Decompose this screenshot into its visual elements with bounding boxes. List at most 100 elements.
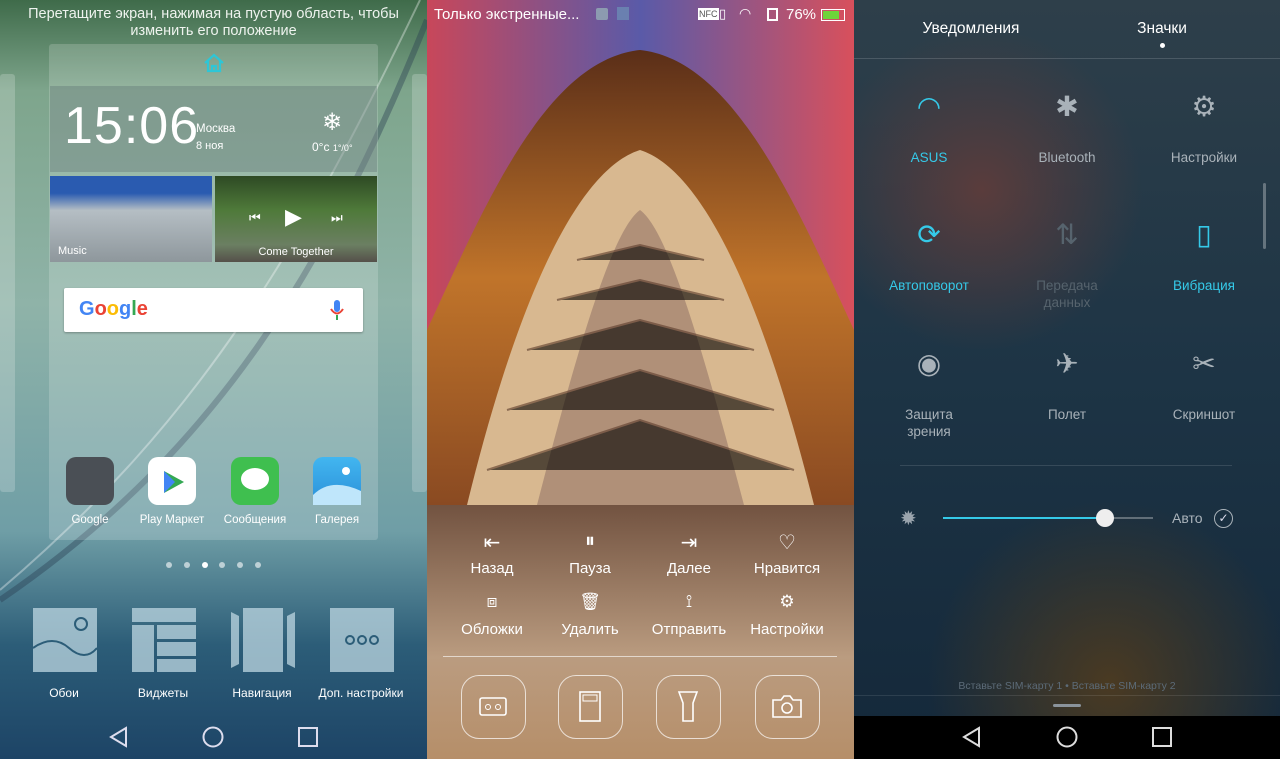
navigation-icon[interactable] bbox=[231, 608, 295, 672]
wallpaper-icon[interactable] bbox=[32, 608, 98, 672]
widgets-icon[interactable] bbox=[132, 608, 196, 672]
vibrate-icon: ▯ bbox=[719, 6, 727, 21]
next-button[interactable]: Далее bbox=[667, 560, 711, 577]
toggle-screenshot[interactable]: Скриншот bbox=[1159, 406, 1249, 423]
skip-next-icon[interactable]: ⇥ bbox=[681, 530, 698, 555]
flashlight-icon bbox=[677, 691, 699, 722]
toggle-bluetooth[interactable]: Bluetooth bbox=[1022, 149, 1112, 166]
battery-percent: 76% bbox=[786, 6, 817, 23]
delete-button[interactable]: Удалить bbox=[561, 621, 618, 638]
back-icon[interactable] bbox=[108, 726, 130, 748]
prev-page-card[interactable] bbox=[0, 74, 15, 492]
page-dot[interactable] bbox=[166, 562, 172, 568]
page-dot[interactable] bbox=[255, 562, 261, 568]
trash-icon[interactable]: 🗑 bbox=[579, 592, 601, 612]
divider bbox=[854, 695, 1280, 696]
covers-button[interactable]: Обложки bbox=[461, 621, 523, 638]
play-icon[interactable]: ▶ bbox=[285, 204, 302, 230]
page-dot[interactable] bbox=[219, 562, 225, 568]
autorotate-icon[interactable]: ⟳ bbox=[917, 218, 940, 251]
brightness-thumb[interactable] bbox=[1095, 509, 1114, 527]
vibration-icon[interactable]: ▯ bbox=[1196, 218, 1211, 251]
home-icon[interactable] bbox=[202, 726, 224, 748]
lock-screen: Только экстренные... NFC ▯ ◠ 76% ⇤ ⏸ ⇥ ♡… bbox=[427, 0, 854, 759]
share-icon[interactable]: ⟟ bbox=[686, 592, 692, 612]
status-text: Только экстренные... bbox=[434, 6, 580, 23]
clock-weather-widget[interactable]: 15:06 Москва 8 ноя ❄ 0°c 1°/0° bbox=[50, 86, 377, 172]
messages-icon[interactable] bbox=[231, 457, 279, 505]
next-page-card[interactable] bbox=[412, 74, 427, 492]
heart-icon[interactable]: ♡ bbox=[778, 530, 796, 555]
pause-icon[interactable]: ⏸ bbox=[585, 530, 595, 553]
like-button[interactable]: Нравится bbox=[754, 560, 820, 577]
app-label-gallery: Галерея bbox=[314, 514, 360, 526]
player-widget[interactable]: ⏮ ▶ ⏭ Come Together bbox=[215, 176, 377, 262]
drag-hint: Перетащите экран, нажимая на пустую обла… bbox=[28, 6, 399, 39]
tab-toggles[interactable]: Значки bbox=[1137, 20, 1187, 38]
play-market-icon[interactable] bbox=[148, 457, 196, 505]
music-label: Music bbox=[58, 245, 87, 257]
status-bar: Только экстренные... NFC ▯ ◠ 76% bbox=[427, 0, 854, 30]
flashlight-button[interactable] bbox=[656, 675, 721, 739]
snowflake-icon: ❄ bbox=[322, 109, 343, 136]
back-button[interactable]: Назад bbox=[471, 560, 514, 577]
toggle-eye-comfort[interactable]: Защита зрения bbox=[884, 406, 974, 440]
brightness-slider[interactable] bbox=[943, 517, 1153, 519]
settings-button[interactable]: Настройки bbox=[750, 621, 824, 638]
eye-comfort-icon[interactable]: ◉ bbox=[917, 347, 941, 380]
toggle-autorotate[interactable]: Автоповорот bbox=[884, 277, 974, 294]
page-dot[interactable] bbox=[237, 562, 243, 568]
music-widget[interactable]: Music bbox=[50, 176, 212, 262]
toggle-airplane[interactable]: Полет bbox=[1022, 406, 1112, 423]
settings-icon[interactable]: ⚙ bbox=[1191, 90, 1216, 123]
toggle-settings[interactable]: Настройки bbox=[1159, 149, 1249, 166]
option-more-settings[interactable]: Доп. настройки bbox=[319, 686, 404, 700]
calculator-button[interactable] bbox=[558, 675, 623, 739]
toggle-wifi[interactable]: ASUS bbox=[884, 149, 974, 166]
option-navigation[interactable]: Навигация bbox=[232, 686, 291, 700]
next-track-icon[interactable]: ⏭ bbox=[331, 210, 343, 226]
divider bbox=[854, 58, 1280, 59]
toggle-vibration[interactable]: Вибрация bbox=[1159, 277, 1249, 294]
wallpaper-image bbox=[427, 0, 854, 505]
drag-handle[interactable] bbox=[1053, 704, 1081, 707]
briefcase-icon[interactable]: ⧈ bbox=[487, 592, 498, 612]
auto-brightness-checkbox[interactable]: ✓ bbox=[1214, 509, 1233, 528]
mic-icon[interactable] bbox=[330, 300, 344, 322]
pause-button[interactable]: Пауза bbox=[569, 560, 611, 577]
back-icon[interactable] bbox=[961, 726, 983, 748]
gallery-icon[interactable] bbox=[313, 457, 361, 505]
page-dot-active[interactable] bbox=[202, 562, 208, 568]
send-button[interactable]: Отправить bbox=[652, 621, 726, 638]
wifi-icon[interactable]: ◠ bbox=[917, 90, 941, 123]
toggle-mobile-data[interactable]: Передача данных bbox=[1022, 277, 1112, 311]
image-notification-icon bbox=[596, 8, 608, 20]
home-page-icon[interactable] bbox=[203, 52, 225, 74]
bluetooth-icon[interactable]: ✱ bbox=[1055, 90, 1078, 123]
nav-bar bbox=[854, 716, 1280, 759]
gear-icon[interactable]: ⚙ bbox=[779, 592, 794, 612]
recents-icon[interactable] bbox=[298, 727, 318, 747]
app-label-play-market: Play Маркет bbox=[139, 514, 205, 526]
skip-back-icon[interactable]: ⇤ bbox=[484, 530, 501, 555]
airplane-icon[interactable]: ✈ bbox=[1055, 347, 1078, 380]
page-dot[interactable] bbox=[184, 562, 190, 568]
mobile-data-icon[interactable]: ⇅ bbox=[1055, 218, 1078, 251]
screenshot-icon[interactable]: ✂ bbox=[1192, 347, 1215, 380]
prev-track-icon[interactable]: ⏮ bbox=[249, 210, 261, 226]
recents-icon[interactable] bbox=[1152, 727, 1172, 747]
home-icon[interactable] bbox=[1056, 726, 1078, 748]
calculator-icon bbox=[579, 691, 601, 722]
scrollbar[interactable] bbox=[1263, 183, 1266, 249]
tab-notifications[interactable]: Уведомления bbox=[923, 20, 1020, 38]
google-search-bar[interactable]: Google bbox=[64, 288, 363, 332]
brightness-icon: ✹ bbox=[900, 508, 917, 530]
option-wallpaper[interactable]: Обои bbox=[49, 686, 79, 700]
option-widgets[interactable]: Виджеты bbox=[138, 686, 188, 700]
quick-settings: Уведомления Значки ◠ ASUS ✱ Bluetooth ⚙ Настр… bbox=[854, 0, 1280, 759]
recorder-button[interactable] bbox=[461, 675, 526, 739]
google-folder-icon[interactable] bbox=[66, 457, 114, 505]
more-settings-icon[interactable] bbox=[330, 608, 394, 672]
camera-button[interactable] bbox=[755, 675, 820, 739]
battery-icon bbox=[821, 9, 845, 21]
